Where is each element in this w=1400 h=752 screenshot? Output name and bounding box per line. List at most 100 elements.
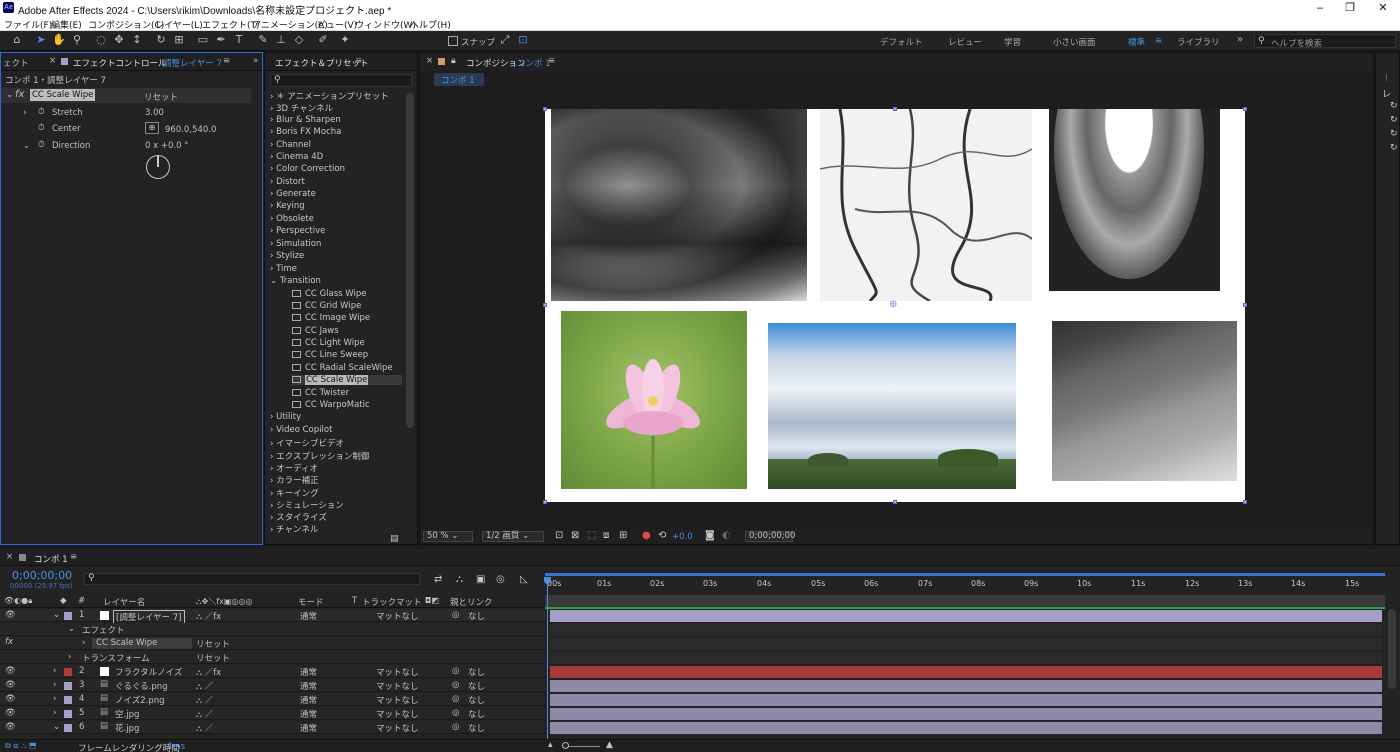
anchor-point-icon[interactable]: ⊕ xyxy=(889,299,897,310)
layer-switches-icon[interactable]: ⛬ ／fx xyxy=(196,610,221,622)
layer-label-color[interactable] xyxy=(64,710,72,718)
layer-row[interactable]: 👁︎ ⌄ 1 [調整レイヤー 7] ⛬ ／fx 通常 マットなし ◎ なし xyxy=(0,609,545,624)
eye-icon[interactable]: 👁︎ xyxy=(5,722,16,732)
effect-category[interactable]: › Utility xyxy=(270,412,301,422)
layer-label-color[interactable] xyxy=(64,696,72,704)
playhead-handle[interactable] xyxy=(544,577,551,584)
layer-mode[interactable]: 通常 xyxy=(300,680,317,692)
layer-mode[interactable]: 通常 xyxy=(300,708,317,720)
close-tab-icon[interactable]: × xyxy=(426,56,433,66)
orbit-tool-icon[interactable]: ◌ xyxy=(94,33,108,47)
layer-name[interactable]: ノイズ2.png xyxy=(115,694,165,706)
time-ruler[interactable]: 00s 01s 02s 03s 04s 05s 06s 07s 08s 09s … xyxy=(545,573,1385,593)
workspace-menu-icon[interactable]: ≡ xyxy=(1155,36,1162,46)
transform-handle[interactable] xyxy=(1243,107,1247,111)
guides-icon[interactable]: ⧈ xyxy=(603,530,609,541)
sub-transform-reset[interactable]: リセット xyxy=(196,652,230,664)
effect-category[interactable]: › チャンネル xyxy=(270,523,318,535)
menu-edit[interactable]: 編集(E) xyxy=(51,18,82,31)
layer-bar[interactable] xyxy=(550,666,1382,678)
sub-effect-reset[interactable]: リセット xyxy=(196,638,230,650)
layer-label-color[interactable] xyxy=(64,668,72,676)
layer-matte[interactable]: マットなし xyxy=(376,680,419,692)
snap-checkbox[interactable] xyxy=(448,36,458,46)
effects-search-input[interactable]: ⚲ xyxy=(270,74,412,87)
selection-tool-icon[interactable]: ➤ xyxy=(34,33,48,47)
pen-tool-icon[interactable]: ✒ xyxy=(214,33,228,47)
effect-item[interactable]: CC Twister xyxy=(292,388,349,398)
effects-scrollbar[interactable] xyxy=(406,93,414,428)
shy-layers-icon[interactable]: ⛬ xyxy=(456,574,463,585)
close-icon[interactable]: ✕ xyxy=(1368,0,1398,16)
composition-canvas[interactable]: ⊕ xyxy=(543,107,1247,504)
effect-category[interactable]: › Cinema 4D xyxy=(270,152,323,162)
layer-parent[interactable]: なし xyxy=(468,666,485,678)
transform-handle[interactable] xyxy=(893,500,897,504)
prop-stretch-value[interactable]: 3.00 xyxy=(145,108,164,118)
eye-icon[interactable]: 👁︎ xyxy=(5,610,16,620)
more-workspaces-icon[interactable]: » xyxy=(1237,34,1243,45)
pickwhip-icon[interactable]: ◎ xyxy=(452,680,459,690)
effect-item[interactable]: CC Radial ScaleWipe xyxy=(292,363,393,373)
effect-header-row[interactable]: ⌄ fx CC Scale Wipe リセット xyxy=(1,88,251,103)
menu-help[interactable]: ヘルプ(H) xyxy=(410,18,451,31)
pickwhip-icon[interactable]: ◎ xyxy=(452,722,459,732)
pan-tool-icon[interactable]: ✥ xyxy=(112,33,126,47)
composition-tab-name[interactable]: コンポ 1 xyxy=(517,57,551,69)
zoom-tool-icon[interactable]: ⚲ xyxy=(70,33,84,47)
eye-icon[interactable]: 👁︎ xyxy=(5,666,16,676)
layer-mode[interactable]: 通常 xyxy=(300,610,317,622)
zoom-dropdown[interactable]: 50 % ⌄ xyxy=(423,531,473,542)
exposure-value[interactable]: +0.0 xyxy=(672,532,693,542)
workspace-review[interactable]: レビュー xyxy=(948,36,982,48)
anchor-tool-icon[interactable]: ⊞ xyxy=(172,33,186,47)
sub-effect-name[interactable]: CC Scale Wipe xyxy=(96,638,157,648)
prop-direction-value[interactable]: 0 x +0.0 ° xyxy=(145,141,188,151)
effect-category[interactable]: › イマーシブビデオ xyxy=(270,437,344,449)
zoom-slider-thumb[interactable] xyxy=(562,742,569,749)
panel-menu-icon[interactable]: ᛁ xyxy=(1384,73,1389,82)
home-icon[interactable]: ⌂ xyxy=(10,33,24,47)
workspace-standard[interactable]: 標準 xyxy=(1128,36,1145,48)
menu-view[interactable]: ビュー(V) xyxy=(317,18,357,31)
effect-category[interactable]: › スタイライズ xyxy=(270,511,327,523)
layer-row[interactable]: 👁︎ › 5 ▤ 空.jpg ⛬ ／ 通常 マットなし ◎ なし xyxy=(0,707,545,720)
panel-menu-icon[interactable]: ≡ xyxy=(548,56,555,66)
panel-overflow-icon[interactable]: » xyxy=(253,56,258,66)
playhead[interactable] xyxy=(547,577,548,741)
layer-name[interactable]: [調整レイヤー 7] xyxy=(113,610,185,624)
show-snapshot-icon[interactable]: ◐ xyxy=(722,530,731,541)
layer-bar[interactable] xyxy=(550,708,1382,720)
layer-row[interactable]: 👁︎ › 3 ▤ ぐるぐる.png ⛬ ／ 通常 マットなし ◎ なし xyxy=(0,679,545,692)
menu-composition[interactable]: コンポジション(C) xyxy=(88,18,164,31)
effect-category[interactable]: › Obsolete xyxy=(270,214,314,224)
layer-bar[interactable] xyxy=(550,722,1382,734)
workspace-small-screen[interactable]: 小さい画面 xyxy=(1053,36,1096,48)
roto-brush-icon[interactable]: ✐ xyxy=(316,33,330,47)
effect-category[interactable]: › キーイング xyxy=(270,487,319,499)
composition-viewer[interactable]: ⊕ xyxy=(420,88,1370,528)
stopwatch-icon[interactable]: ⏱ xyxy=(38,123,45,133)
zoom-out-icon[interactable]: ▴ xyxy=(548,740,553,750)
av-switches-icon[interactable]: 👁︎◐●🔒︎ xyxy=(4,596,32,606)
effect-category[interactable]: › Blur & Sharpen xyxy=(270,115,341,125)
expand-icon[interactable]: › xyxy=(68,652,71,662)
layer-switches-icon[interactable]: ⛬ ／fx xyxy=(196,666,221,678)
effect-category[interactable]: › Simulation xyxy=(270,239,321,249)
layer-row[interactable]: 👁︎ › 2 フラクタルノイズ ⛬ ／fx 通常 マットなし ◎ なし xyxy=(0,665,545,678)
layer-switches-icon[interactable]: ⛬ ／ xyxy=(196,722,213,734)
composition-flowchart-icon[interactable]: ⇄ xyxy=(434,574,442,585)
snap-option-icon[interactable]: ⤢ xyxy=(498,33,512,47)
workspace-learn[interactable]: 学習 xyxy=(1004,36,1021,48)
layer-bar[interactable] xyxy=(550,694,1382,706)
panel-menu-icon[interactable]: ≡ xyxy=(70,552,77,562)
effect-category[interactable]: › オーディオ xyxy=(270,462,318,474)
expand-icon[interactable]: › xyxy=(53,680,56,690)
fx-icon[interactable]: fx xyxy=(5,637,13,647)
snapshot-icon[interactable]: ◙ xyxy=(705,530,715,541)
effect-item[interactable]: CC Line Sweep xyxy=(292,350,368,360)
effect-category[interactable]: › Keying xyxy=(270,201,305,211)
layer-parent[interactable]: なし xyxy=(468,708,485,720)
effect-item-selected[interactable]: CC Scale Wipe xyxy=(292,375,402,385)
refresh-icon[interactable]: ↻ xyxy=(1390,101,1398,111)
